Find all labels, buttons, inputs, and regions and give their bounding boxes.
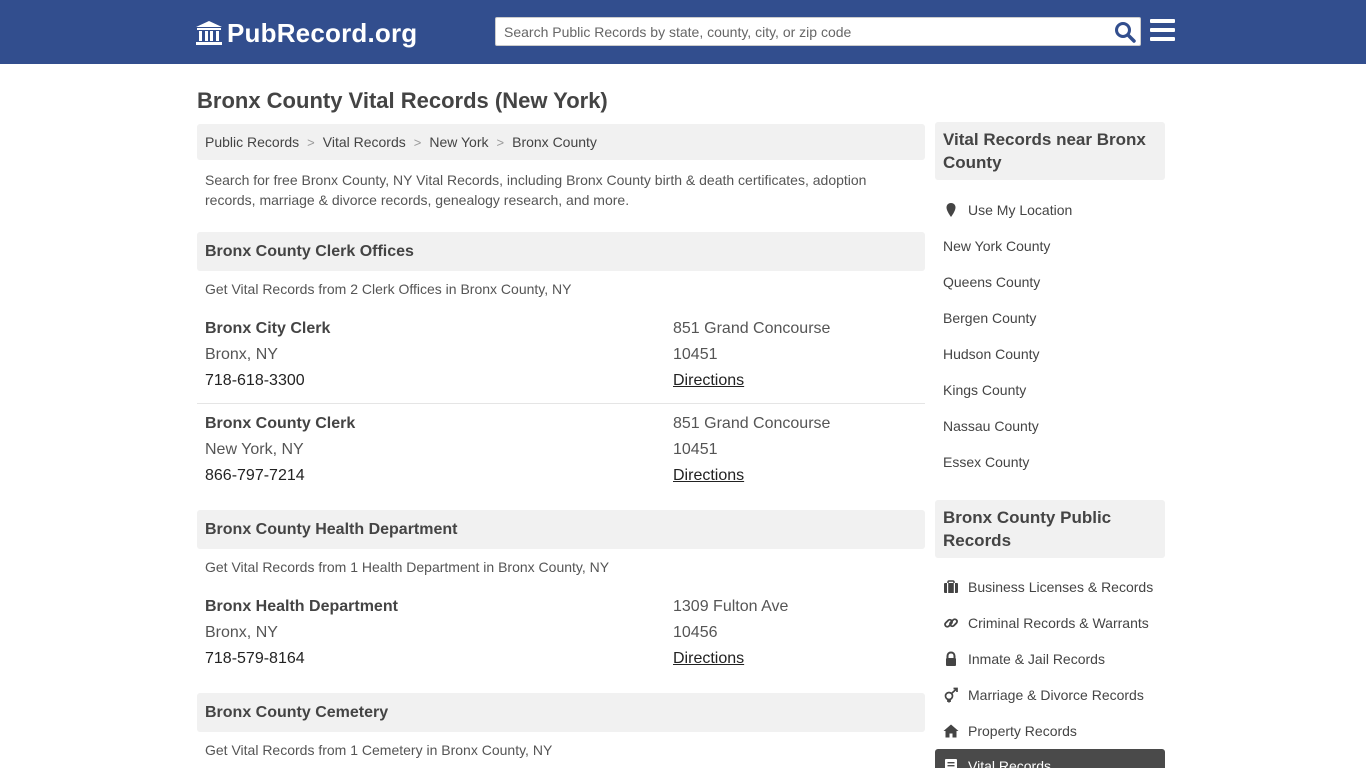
- nearby-county-link[interactable]: Queens County: [943, 272, 1040, 292]
- certificate-icon: [945, 759, 957, 768]
- sidebar-item-label: Property Records: [968, 723, 1077, 739]
- office-zip: 10451: [673, 346, 718, 363]
- office-address: 851 Grand Concourse: [673, 415, 831, 432]
- link-icon: [944, 618, 958, 628]
- intro-text: Search for free Bronx County, NY Vital R…: [205, 172, 867, 208]
- logo-text: PubRecord.org: [227, 17, 418, 48]
- section-heading-cemetery: Bronx County Cemetery: [197, 693, 925, 732]
- nearby-county-link[interactable]: Hudson County: [943, 344, 1040, 364]
- sidebar-item-vital-records[interactable]: Vital Records: [935, 749, 1165, 768]
- sidebar-heading-nearby: Vital Records near Bronx County: [935, 122, 1165, 180]
- office-address: 851 Grand Concourse: [673, 320, 831, 337]
- office-city: New York, NY: [205, 441, 304, 458]
- sidebar-item-inmate-records[interactable]: Inmate & Jail Records: [943, 649, 1105, 669]
- breadcrumb-separator: >: [496, 134, 505, 150]
- nearby-county-link[interactable]: Bergen County: [943, 308, 1036, 328]
- sidebar-item-label: Business Licenses & Records: [968, 579, 1154, 595]
- sidebar-item-property-records[interactable]: Property Records: [943, 721, 1077, 741]
- office-listing: Bronx Health Department Bronx, NY 718-57…: [205, 598, 925, 688]
- office-listing: Bronx County Clerk New York, NY 866-797-…: [205, 415, 925, 505]
- office-city: Bronx, NY: [205, 346, 278, 363]
- sidebar-item-label: Inmate & Jail Records: [968, 651, 1105, 667]
- office-zip: 10451: [673, 441, 718, 458]
- office-city: Bronx, NY: [205, 624, 278, 641]
- office-listing: Bronx City Clerk Bronx, NY 718-618-3300 …: [205, 320, 925, 410]
- briefcase-icon: [944, 580, 958, 593]
- sidebar-heading-public-records: Bronx County Public Records: [935, 500, 1165, 558]
- sidebar-item-business-licenses[interactable]: Business Licenses & Records: [943, 577, 1153, 597]
- sidebar-item-label: Marriage & Divorce Records: [968, 687, 1144, 703]
- section-subtitle: Get Vital Records from 1 Health Departme…: [205, 559, 610, 575]
- section-subtitle: Get Vital Records from 2 Clerk Offices i…: [205, 281, 572, 297]
- nearby-county-link[interactable]: Essex County: [943, 452, 1029, 472]
- office-name[interactable]: Bronx Health Department: [205, 598, 398, 616]
- office-phone[interactable]: 718-579-8164: [205, 650, 305, 668]
- breadcrumb-separator: >: [413, 134, 422, 150]
- sidebar-item-label: Criminal Records & Warrants: [968, 615, 1149, 631]
- office-name[interactable]: Bronx County Clerk: [205, 415, 355, 433]
- breadcrumb-new-york[interactable]: New York: [429, 134, 488, 150]
- nearby-county-link[interactable]: New York County: [943, 236, 1050, 256]
- directions-link[interactable]: Directions: [673, 467, 744, 485]
- page-title: Bronx County Vital Records (New York): [197, 88, 608, 113]
- site-logo[interactable]: PubRecord.org: [195, 17, 417, 49]
- office-address: 1309 Fulton Ave: [673, 598, 789, 615]
- hamburger-menu-icon[interactable]: [1150, 19, 1176, 43]
- sidebar-item-marriage-divorce[interactable]: Marriage & Divorce Records: [943, 685, 1144, 705]
- sidebar-item-label: Vital Records: [968, 758, 1052, 768]
- breadcrumb: Public Records > Vital Records > New Yor…: [197, 124, 925, 160]
- breadcrumb-vital-records[interactable]: Vital Records: [323, 134, 406, 150]
- search-box: [495, 17, 1141, 46]
- directions-link[interactable]: Directions: [673, 372, 744, 390]
- use-my-location-label: Use My Location: [968, 202, 1073, 218]
- breadcrumb-separator: >: [307, 134, 315, 150]
- use-my-location-link[interactable]: Use My Location: [943, 200, 1072, 220]
- nearby-county-link[interactable]: Kings County: [943, 380, 1026, 400]
- sidebar-item-criminal-records[interactable]: Criminal Records & Warrants: [943, 613, 1149, 633]
- section-heading-health-department: Bronx County Health Department: [197, 510, 925, 549]
- section-heading-clerk-offices: Bronx County Clerk Offices: [197, 232, 925, 271]
- home-icon: [943, 724, 959, 738]
- office-zip: 10456: [673, 624, 718, 641]
- map-pin-icon: [946, 203, 956, 217]
- search-icon[interactable]: [1114, 21, 1136, 43]
- office-name[interactable]: Bronx City Clerk: [205, 320, 330, 338]
- office-phone[interactable]: 718-618-3300: [205, 372, 305, 390]
- nearby-county-link[interactable]: Nassau County: [943, 416, 1039, 436]
- breadcrumb-public-records[interactable]: Public Records: [205, 134, 299, 150]
- office-phone[interactable]: 866-797-7214: [205, 467, 305, 485]
- lock-icon: [946, 651, 956, 666]
- search-input[interactable]: [496, 18, 1106, 45]
- courthouse-icon: [196, 21, 222, 45]
- divider: [197, 403, 925, 404]
- section-subtitle: Get Vital Records from 1 Cemetery in Bro…: [205, 742, 553, 758]
- top-navbar: PubRecord.org: [0, 0, 1366, 64]
- gender-icon: [944, 687, 958, 703]
- directions-link[interactable]: Directions: [673, 650, 744, 668]
- breadcrumb-bronx-county[interactable]: Bronx County: [512, 134, 597, 150]
